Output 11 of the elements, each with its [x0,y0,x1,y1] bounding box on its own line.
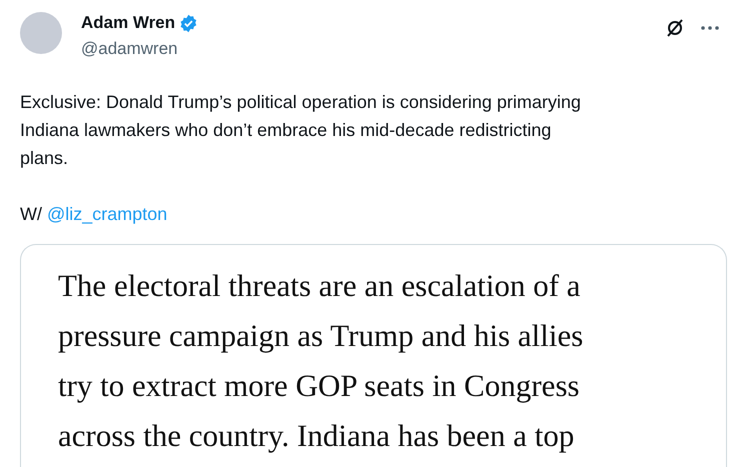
article-text-line: The electoral threats are an escalation of a [58,267,582,305]
article-text-line: try to extract more GOP seats in Congress [58,367,580,405]
article-text-line: pressure campaign as Trump and his allies [58,317,584,355]
author-name[interactable]: Adam Wren [81,12,176,34]
author-handle[interactable]: @adamwren [81,38,665,60]
slashed-circle-icon[interactable] [665,18,685,38]
article-image-card[interactable]: The electoral threats are an escalation of a pressure campaign as Trump and his allies try to extract more GOP seats in Congress across the country. Indiana has been a top [20,244,727,467]
credit-text: W/ [20,203,42,226]
tweet-text: Exclusive: Donald Trump’s political operation is considering primarying Indiana lawmakers who don’t embrace his mid-decade redistricting plans. [20,91,582,170]
article-text-line: across the country. Indiana has been a top [58,417,576,455]
more-icon[interactable] [701,26,719,30]
